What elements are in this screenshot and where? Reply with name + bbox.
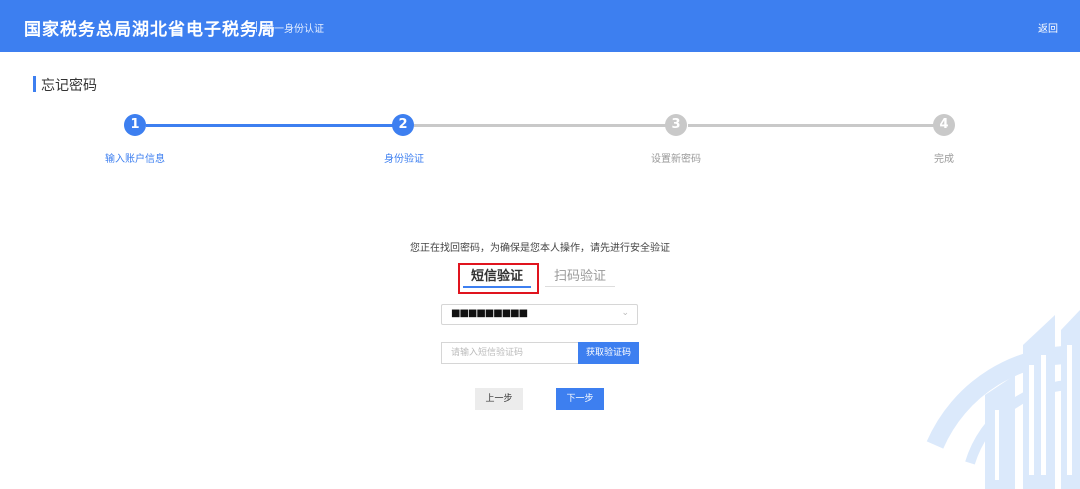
inactive-tab-underline xyxy=(545,286,615,287)
top-header: 国家税务总局湖北省电子税务局 统一身份认证 返回 xyxy=(0,0,1080,52)
step-3-label: 设置新密码 xyxy=(651,154,701,165)
progress-line-3-4 xyxy=(688,124,944,127)
next-step-button[interactable]: 下一步 xyxy=(556,388,604,410)
prev-step-button[interactable]: 上一步 xyxy=(475,388,523,410)
step-4-label: 完成 xyxy=(934,154,954,165)
site-brand: 国家税务总局湖北省电子税务局 xyxy=(24,20,276,40)
tab-qr-verify[interactable]: 扫码验证 xyxy=(545,266,615,292)
step-2-label: 身份验证 xyxy=(384,154,424,165)
back-link[interactable]: 返回 xyxy=(1038,20,1058,35)
header-subtitle: 统一身份认证 xyxy=(264,24,324,35)
title-accent-bar xyxy=(33,76,36,92)
chevron-down-icon: ⌄ xyxy=(621,308,629,318)
step-3-circle: 3 xyxy=(665,114,687,136)
step-1-label: 输入账户信息 xyxy=(105,154,165,165)
progress-line-1-2 xyxy=(146,124,402,127)
phone-select[interactable]: ■■■■■■■■■ ⌄ xyxy=(441,304,638,325)
get-code-button[interactable]: 获取验证码 xyxy=(578,342,639,364)
step-1-circle: 1 xyxy=(124,114,146,136)
step-4-circle: 4 xyxy=(933,114,955,136)
sms-code-input[interactable] xyxy=(441,342,579,364)
page-title: 忘记密码 xyxy=(41,78,97,94)
step-2-circle: 2 xyxy=(392,114,414,136)
header-divider xyxy=(256,21,257,32)
tax-emblem-watermark-icon xyxy=(926,310,1080,489)
annotation-highlight-box xyxy=(458,263,539,294)
verify-notice: 您正在找回密码，为确保是您本人操作，请先进行安全验证 xyxy=(410,243,670,254)
phone-select-value: ■■■■■■■■■ xyxy=(451,308,528,319)
progress-line-2-3 xyxy=(414,124,676,127)
